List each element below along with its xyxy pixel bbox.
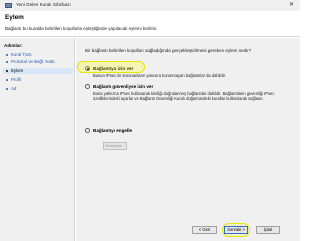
bullet-icon <box>6 61 8 63</box>
bullet-icon <box>6 70 8 72</box>
allow-secure-radio[interactable] <box>85 84 90 89</box>
step-label: Profil <box>11 77 22 82</box>
allow-secure-label: Bağlantı güvenliyse izin ver <box>93 84 154 89</box>
wizard-header: Eylem Bağlantı bu kuralda belirtilen koş… <box>0 11 300 37</box>
step-protokol[interactable]: Protokol ve Bağl. Nokt. <box>3 59 73 65</box>
step-kural-turu[interactable]: Kural Türü <box>3 52 73 58</box>
steps-sidebar: Adımlar: Kural Türü Protokol ve Bağl. No… <box>0 38 75 241</box>
title-bar: Yeni Gelen Kuralı Sihirbazı ✕ <box>0 0 300 11</box>
back-button[interactable]: < Geri <box>192 226 217 234</box>
page-subtitle: Bağlantı bu kuralda belirtilen koşullarl… <box>5 26 158 31</box>
page-title: Eylem <box>5 14 24 21</box>
allow-description: Bunun IPsec ile korunanların yanısıra ko… <box>93 73 226 78</box>
selection-highlight <box>77 61 145 73</box>
bullet-icon <box>6 79 8 81</box>
step-profil[interactable]: Profil <box>3 77 73 83</box>
cancel-button[interactable]: İptal <box>256 226 280 234</box>
action-question: Bir bağlantı belirtilen koşulları sağlad… <box>85 48 252 53</box>
step-label: Eylem <box>11 68 24 73</box>
bullet-icon <box>6 88 8 90</box>
allow-secure-description: Buna yalnızca IPsec kullanarak kimliği d… <box>93 91 275 101</box>
next-button[interactable]: Sonraki > <box>224 226 248 234</box>
step-label: Kural Türü <box>11 52 32 57</box>
customize-button[interactable]: Özelleştir... <box>103 142 127 150</box>
step-label: Protokol ve Bağl. Nokt. <box>11 59 56 64</box>
window-title: Yeni Gelen Kuralı Sihirbazı <box>16 2 71 7</box>
firewall-app-icon <box>5 3 12 8</box>
step-ad[interactable]: Ad <box>3 86 73 92</box>
block-label: Bağlantıyı engelle <box>93 128 133 133</box>
close-icon[interactable]: ✕ <box>289 1 294 9</box>
block-radio[interactable] <box>85 128 90 133</box>
bullet-icon <box>6 54 8 56</box>
steps-heading: Adımlar: <box>4 43 23 48</box>
step-eylem[interactable]: Eylem <box>3 68 73 74</box>
step-label: Ad <box>11 86 17 91</box>
